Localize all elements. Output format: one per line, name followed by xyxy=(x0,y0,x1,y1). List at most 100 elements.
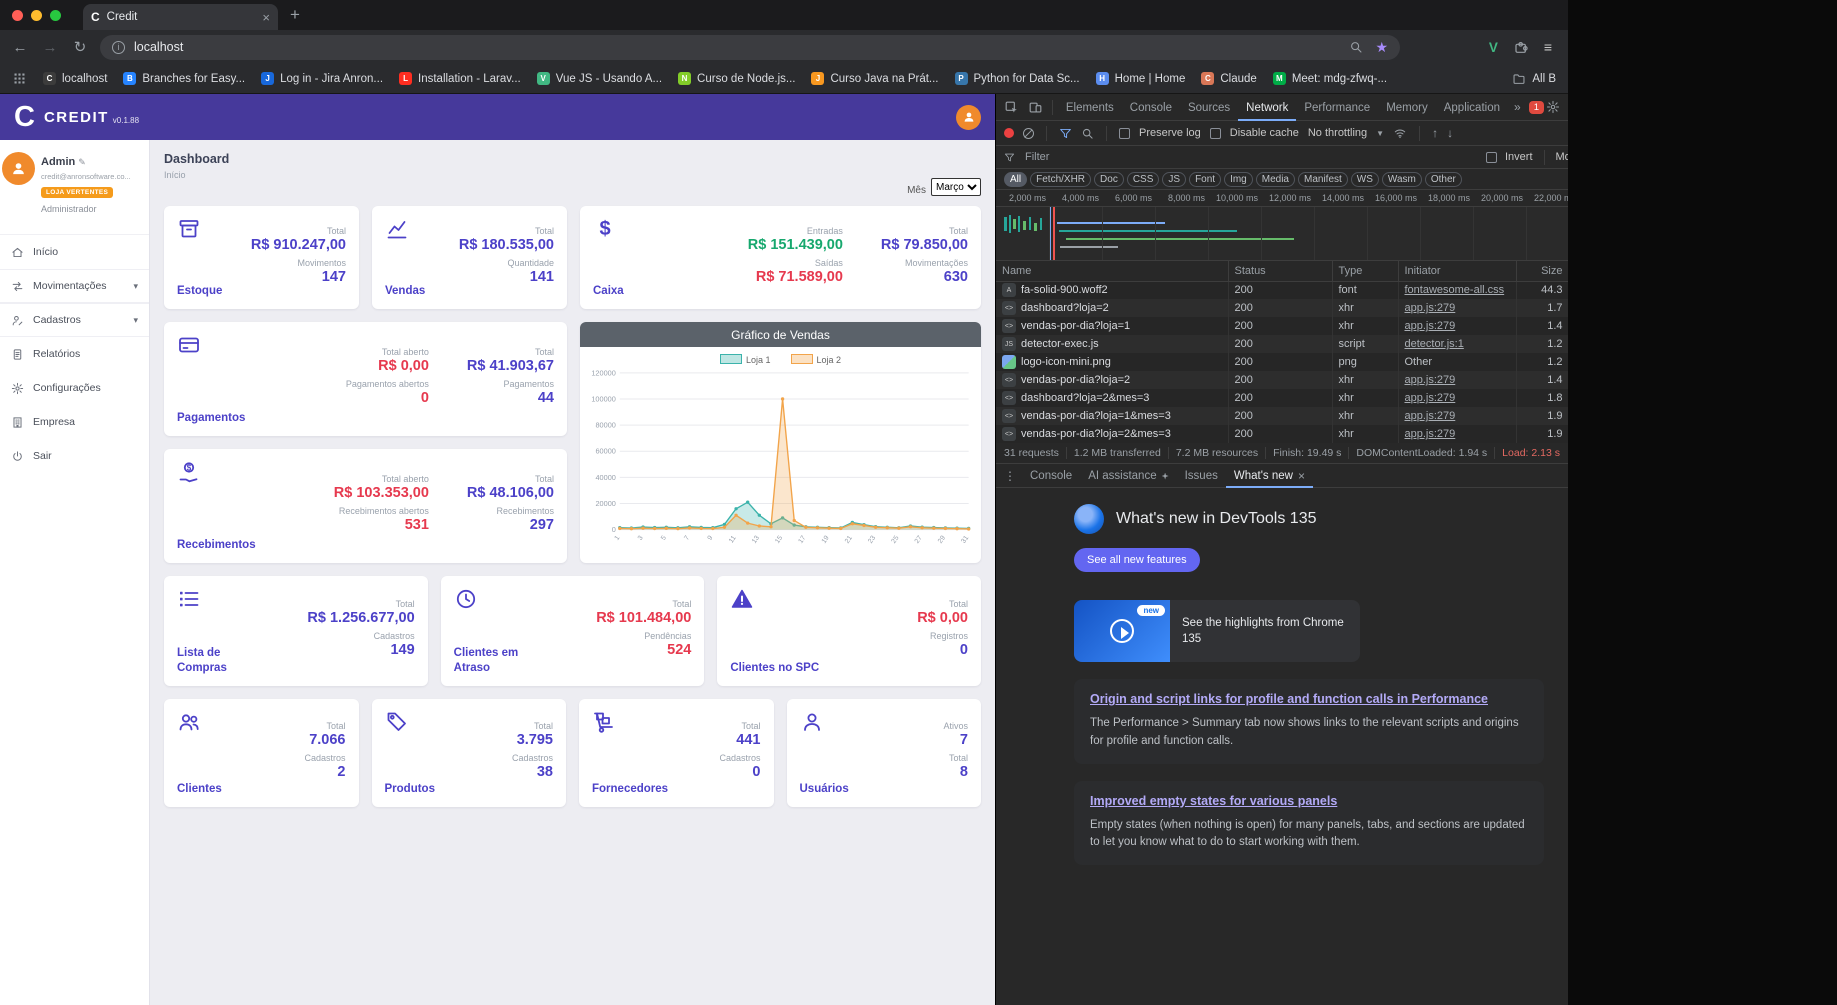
see-all-features-button[interactable]: See all new features xyxy=(1074,548,1200,572)
edit-pencil-icon[interactable]: ✎ xyxy=(78,157,86,167)
forward-button[interactable]: → xyxy=(40,39,60,56)
zoom-icon[interactable] xyxy=(1349,40,1363,54)
device-toolbar-icon[interactable] xyxy=(1024,96,1046,118)
bookmark-item[interactable]: J Log in - Jira Anron... xyxy=(261,72,383,85)
vue-extension-icon[interactable]: V xyxy=(1489,40,1498,55)
network-table-header[interactable]: Name Status Type Initiator Size xyxy=(996,261,1568,282)
filter-chip-wasm[interactable]: Wasm xyxy=(1381,171,1422,187)
bookmark-item[interactable]: N Curso de Node.js... xyxy=(678,72,795,85)
highlight-card[interactable]: new See the highlights from Chrome 135 xyxy=(1074,600,1360,662)
network-request-row[interactable]: <> vendas-por-dia?loja=2&mes=3 200 xhr app.j… xyxy=(996,425,1568,443)
bookmark-item[interactable]: L Installation - Larav... xyxy=(399,72,521,85)
column-header-name[interactable]: Name xyxy=(996,261,1229,282)
sidebar-item-configuracoes[interactable]: Configurações xyxy=(0,371,149,405)
new-tab-button[interactable]: + xyxy=(290,5,300,25)
preserve-log-checkbox[interactable] xyxy=(1119,127,1130,139)
bookmark-item[interactable]: B Branches for Easy... xyxy=(123,72,245,85)
more-tabs-icon[interactable]: » xyxy=(1510,100,1525,114)
back-button[interactable]: ← xyxy=(10,39,30,56)
more-filters[interactable]: More filters xyxy=(1556,151,1568,163)
drawer-tab-console[interactable]: Console xyxy=(1022,464,1080,488)
filter-chip-font[interactable]: Font xyxy=(1189,171,1222,187)
network-request-row[interactable]: <> dashboard?loja=2&mes=3 200 xhr app.js:279… xyxy=(996,389,1568,407)
drawer-kebab-icon[interactable]: ⋮ xyxy=(1000,469,1020,483)
devtools-tab-application[interactable]: Application xyxy=(1436,94,1508,121)
site-info-icon[interactable]: i xyxy=(112,40,125,54)
export-har-icon[interactable]: ↓ xyxy=(1447,126,1453,140)
initiator-link[interactable]: app.js:279 xyxy=(1405,392,1456,404)
omnibox[interactable]: i localhost ★ xyxy=(100,34,1400,60)
month-select[interactable]: Março xyxy=(931,178,981,196)
drawer-tab-aiassistance[interactable]: AI assistance xyxy=(1080,464,1176,488)
initiator-link[interactable]: app.js:279 xyxy=(1405,302,1456,314)
initiator-link[interactable]: app.js:279 xyxy=(1405,410,1456,422)
drawer-tab-issues[interactable]: Issues xyxy=(1177,464,1226,488)
throttling-select[interactable]: No throttling xyxy=(1308,127,1367,139)
filter-chip-js[interactable]: JS xyxy=(1162,171,1187,187)
filter-chip-other[interactable]: Other xyxy=(1424,171,1462,187)
bookmark-item[interactable]: P Python for Data Sc... xyxy=(954,72,1080,85)
sidebar-item-cadastros[interactable]: Cadastros ▾ xyxy=(0,303,149,337)
network-conditions-icon[interactable] xyxy=(1393,126,1407,140)
sidebar-item-sair[interactable]: Sair xyxy=(0,439,149,473)
inspect-icon[interactable] xyxy=(1000,96,1022,118)
initiator-link[interactable]: app.js:279 xyxy=(1405,374,1456,386)
bookmark-item[interactable]: Clocalhost xyxy=(43,72,107,85)
devtools-tab-console[interactable]: Console xyxy=(1122,94,1180,121)
devtools-tab-sources[interactable]: Sources xyxy=(1180,94,1238,121)
column-header-size[interactable]: Size xyxy=(1516,261,1568,282)
traffic-light-close[interactable] xyxy=(12,9,23,21)
devtools-tab-memory[interactable]: Memory xyxy=(1378,94,1436,121)
bookmark-item[interactable]: J Curso Java na Prát... xyxy=(811,72,939,85)
devtools-tab-elements[interactable]: Elements xyxy=(1058,94,1122,121)
initiator-link[interactable]: app.js:279 xyxy=(1405,428,1456,440)
browser-menu-icon[interactable]: ≡ xyxy=(1544,39,1552,55)
sidebar-item-relatorios[interactable]: Relatórios xyxy=(0,337,149,371)
devtools-tab-performance[interactable]: Performance xyxy=(1296,94,1378,121)
bookmark-star-icon[interactable]: ★ xyxy=(1375,39,1388,56)
all-bookmarks-button[interactable]: All B xyxy=(1512,72,1556,86)
disable-cache-checkbox[interactable] xyxy=(1209,127,1221,139)
filter-chip-img[interactable]: Img xyxy=(1224,171,1253,187)
filter-chip-manifest[interactable]: Manifest xyxy=(1298,171,1348,187)
network-request-row[interactable]: <> vendas-por-dia?loja=1&mes=3 200 xhr app.j… xyxy=(996,407,1568,425)
network-request-row[interactable]: Afa-solid-900.woff2 200 font fontawesome-al… xyxy=(996,281,1568,299)
network-request-row[interactable]: <> dashboard?loja=2 200 xhr app.js:279 1.7 xyxy=(996,299,1568,317)
sidebar-item-movimentacoes[interactable]: Movimentações ▾ xyxy=(0,269,149,303)
tab-close-icon[interactable]: × xyxy=(262,10,270,25)
filter-funnel-icon[interactable] xyxy=(1059,127,1072,140)
filter-chip-media[interactable]: Media xyxy=(1255,171,1295,187)
column-header-initiator[interactable]: Initiator xyxy=(1398,261,1517,282)
network-overview[interactable] xyxy=(996,207,1568,261)
bookmark-item[interactable]: C Claude xyxy=(1201,72,1257,85)
network-request-row[interactable]: JS detector-exec.js 200 script detector.js:1… xyxy=(996,335,1568,353)
import-har-icon[interactable]: ↑ xyxy=(1432,126,1438,140)
network-request-row[interactable]: logo-icon-mini.png 200 png Other 1.2 xyxy=(996,353,1568,371)
sidebar-item-empresa[interactable]: Empresa xyxy=(0,405,149,439)
column-header-status[interactable]: Status xyxy=(1228,261,1333,282)
network-filter-input[interactable] xyxy=(1023,149,1478,165)
bookmark-item[interactable]: H Home | Home xyxy=(1095,72,1185,85)
feature-heading-link[interactable]: Origin and script links for profile and … xyxy=(1090,692,1528,706)
record-button[interactable] xyxy=(1004,128,1014,138)
initiator-link[interactable]: app.js:279 xyxy=(1405,320,1456,332)
drawer-tab-whatsnew[interactable]: What's new × xyxy=(1226,464,1313,488)
feature-heading-link[interactable]: Improved empty states for various panels xyxy=(1090,794,1528,808)
header-avatar[interactable] xyxy=(956,104,981,130)
reload-button[interactable]: ↻ xyxy=(70,38,90,56)
bookmark-item[interactable]: M Meet: mdg-zfwq-... xyxy=(1272,72,1387,85)
clear-icon[interactable] xyxy=(1023,127,1034,139)
traffic-light-minimize[interactable] xyxy=(31,9,42,21)
column-header-type[interactable]: Type xyxy=(1332,261,1399,282)
filter-chip-css[interactable]: CSS xyxy=(1126,171,1160,187)
invert-checkbox[interactable] xyxy=(1486,151,1497,163)
drawer-tab-close-icon[interactable]: × xyxy=(1298,469,1305,483)
bookmark-item[interactable]: V Vue JS - Usando A... xyxy=(536,72,662,85)
filter-chip-fetchxhr[interactable]: Fetch/XHR xyxy=(1030,171,1092,187)
devtools-tab-network[interactable]: Network xyxy=(1238,94,1296,121)
apps-grid-icon[interactable] xyxy=(12,71,27,86)
extensions-puzzle-icon[interactable] xyxy=(1513,39,1529,55)
filter-chip-ws[interactable]: WS xyxy=(1350,171,1379,187)
initiator-link[interactable]: fontawesome-all.css xyxy=(1405,284,1505,296)
network-request-row[interactable]: <> vendas-por-dia?loja=2 200 xhr app.js:279 1… xyxy=(996,371,1568,389)
